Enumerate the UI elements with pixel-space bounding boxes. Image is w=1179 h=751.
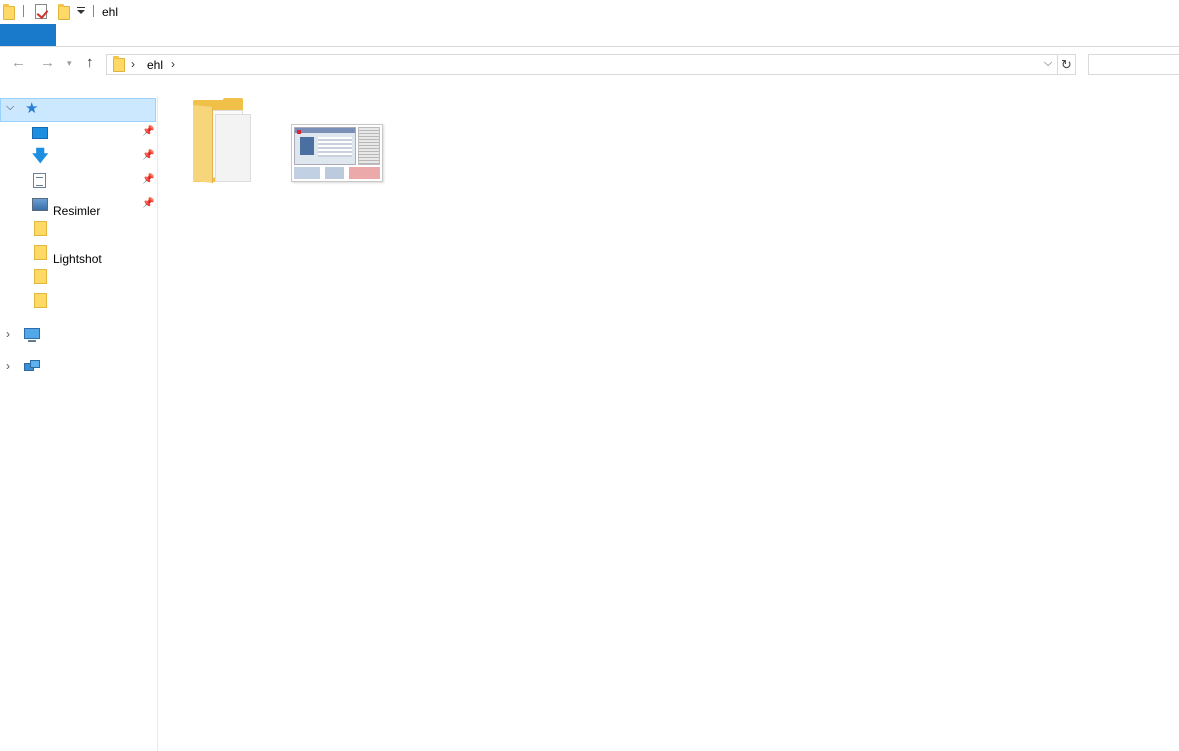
folder-icon (34, 221, 47, 236)
network-icon (24, 360, 40, 372)
search-input[interactable] (1088, 54, 1179, 75)
folder-item[interactable] (193, 98, 259, 184)
nav-item-lightshot[interactable]: Lightshot (0, 242, 158, 266)
nav-item-label: Resimler (53, 204, 101, 218)
file-view (159, 76, 1179, 751)
folder-icon (3, 4, 15, 20)
nav-item-label: Lightshot (53, 252, 102, 266)
pictures-icon (32, 198, 48, 211)
image-file-item[interactable] (291, 124, 383, 182)
image-thumbnail (294, 127, 356, 165)
customize-toolbar-line (77, 7, 85, 8)
nav-item-this-pc[interactable]: › (0, 324, 158, 348)
pin-icon[interactable]: 📌 (142, 126, 154, 137)
chevron-right-icon[interactable]: › (131, 57, 135, 71)
chevron-right-icon[interactable]: › (6, 359, 10, 373)
desktop-icon (32, 127, 48, 139)
quick-access-item[interactable]: ⌵ ★ (0, 98, 156, 122)
nav-item-folder[interactable] (0, 218, 158, 242)
properties-icon[interactable] (35, 4, 47, 19)
folder-icon (34, 269, 47, 284)
navigation-pane: ⌵ ★ 📌 🡇 📌 📌 Resimler 📌 Lightshot › › (0, 96, 158, 751)
download-icon: 🡇 (32, 148, 49, 165)
navigation-bar: ← → ▾ ↑ › ehl › ⌵ ↻ (0, 52, 1179, 76)
chevron-down-icon[interactable]: ⌵ (1041, 57, 1055, 72)
refresh-icon[interactable]: ↻ (1058, 54, 1076, 75)
window-title: ehl (102, 5, 119, 19)
back-arrow-icon[interactable]: ← (11, 54, 26, 72)
computer-icon (24, 328, 40, 342)
chevron-right-icon[interactable]: › (171, 57, 175, 71)
pin-icon[interactable]: 📌 (142, 150, 154, 161)
chevron-right-icon[interactable]: › (6, 327, 10, 341)
separator (93, 5, 94, 17)
documents-icon (33, 173, 46, 188)
nav-item-folder[interactable] (0, 266, 158, 290)
folder-icon (113, 56, 125, 72)
new-folder-icon[interactable] (58, 4, 70, 20)
nav-item-folder[interactable] (0, 290, 158, 314)
breadcrumb-ehl[interactable]: ehl (147, 58, 163, 72)
forward-arrow-icon[interactable]: → (40, 54, 55, 72)
nav-item-documents[interactable]: 📌 (0, 170, 158, 194)
customize-toolbar-icon[interactable] (77, 10, 85, 14)
pin-icon[interactable]: 📌 (142, 198, 154, 209)
address-bar[interactable]: › ehl › ⌵ (106, 54, 1058, 75)
pin-icon[interactable]: 📌 (142, 174, 154, 185)
nav-item-downloads[interactable]: 🡇 📌 (0, 146, 158, 170)
file-tab[interactable] (0, 24, 56, 46)
nav-item-resimler[interactable]: Resimler 📌 (0, 194, 158, 218)
recent-locations-icon[interactable]: ▾ (67, 54, 72, 72)
folder-icon (193, 104, 213, 184)
chevron-down-icon[interactable]: ⌵ (6, 101, 14, 114)
nav-item-network[interactable]: › (0, 356, 158, 380)
separator (23, 5, 24, 17)
ribbon (0, 24, 1179, 47)
folder-icon (34, 245, 47, 260)
nav-item-desktop[interactable]: 📌 (0, 122, 158, 146)
title-bar: ehl (0, 0, 1179, 24)
up-arrow-icon[interactable]: ↑ (86, 54, 94, 72)
folder-icon (34, 293, 47, 308)
star-icon: ★ (25, 100, 39, 117)
